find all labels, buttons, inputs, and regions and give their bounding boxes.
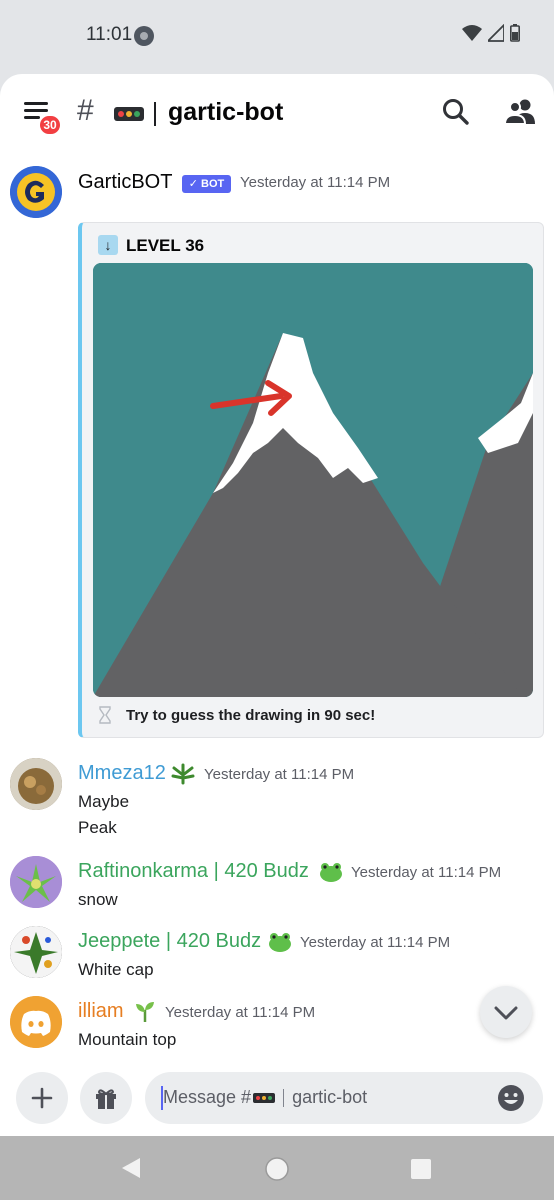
add-attachment-button[interactable] [16,1072,68,1124]
placeholder-prefix: Message # [163,1087,252,1107]
avatar[interactable] [10,856,62,908]
message-embed: ↓ LEVEL 36 Try to guess the drawing in 9… [78,222,544,738]
message-text: White cap [78,960,154,979]
discord-logo-icon [10,996,62,1048]
message-timestamp: Yesterday at 11:14 PM [165,1004,316,1021]
channel-hash-icon: # [77,94,94,127]
wifi-icon [462,25,482,41]
frog-icon [320,863,342,882]
message-author[interactable]: GarticBOT [78,171,172,194]
message-text: Mountain top [78,1030,177,1049]
avatar[interactable] [10,758,62,810]
message-text: snow [78,890,118,909]
gift-button[interactable] [80,1072,132,1124]
unread-badge: 30 [38,114,62,136]
chat-panel: 30 # gartic-bot GarticBOT ✓ BOT Yesterda… [0,74,554,1136]
plus-icon [31,1087,53,1109]
channel-name-divider [154,102,156,126]
hamburger-menu-button[interactable]: 30 [22,96,62,136]
message-author[interactable]: Raftinonkarma | 420 Budz [78,860,309,883]
traffic-light-emoji-icon [114,107,144,121]
emoji-picker-button[interactable] [497,1084,525,1112]
message-timestamp: Yesterday at 11:14 PM [240,174,391,191]
leaf-icon [171,763,195,785]
cell-signal-icon [488,24,504,42]
menu-bar-icon [24,116,40,119]
user-avatar-image [10,856,62,908]
embed-footer-text: Try to guess the drawing in 90 sec! [126,707,376,724]
message-input-bar: Message # gartic-bot [0,1068,554,1136]
message-author[interactable]: illiam [78,1000,124,1023]
chevron-down-icon [494,1006,518,1020]
avatar[interactable] [10,166,62,218]
avatar[interactable] [10,996,62,1048]
hourglass-icon [99,706,111,724]
avatar[interactable] [10,926,62,978]
traffic-light-emoji-icon [253,1092,276,1103]
back-icon[interactable] [120,1157,142,1179]
message-timestamp: Yesterday at 11:14 PM [204,766,355,783]
notification-dot-icon [134,26,154,46]
status-bar: 11:01 [0,0,554,74]
gift-icon [96,1089,116,1109]
channel-header: 30 # gartic-bot [0,74,554,150]
message-author[interactable]: Mmeza12 [78,762,166,785]
system-navigation-bar [0,1136,554,1200]
status-icons [462,24,520,42]
recents-icon[interactable] [410,1158,432,1180]
battery-icon [510,24,520,42]
gartic-logo-icon [10,166,62,218]
mountain-drawing [93,263,533,697]
menu-bar-icon [24,102,48,105]
user-avatar-image [10,926,62,978]
embed-title: LEVEL 36 [126,236,205,255]
embed-drawing-image[interactable] [93,263,533,697]
status-time: 11:01 [86,24,133,45]
placeholder-divider [283,1088,285,1107]
home-icon[interactable] [264,1156,290,1182]
search-button[interactable] [440,96,472,128]
message-text: Maybe [78,792,130,811]
message-text: Peak [78,818,117,837]
menu-bar-icon [24,109,48,112]
message-input[interactable]: Message # gartic-bot [145,1072,543,1124]
bot-tag: ✓ BOT [182,175,231,193]
members-list-button[interactable] [503,96,537,128]
message-author[interactable]: Jeeppete | 420 Budz [78,930,261,953]
jump-to-bottom-button[interactable] [480,986,532,1038]
user-avatar-image [10,758,62,810]
sprout-icon [136,1002,154,1022]
arrow-down-icon: ↓ [98,235,118,255]
message-timestamp: Yesterday at 11:14 PM [351,864,502,881]
message-input-placeholder: Message # gartic-bot [163,1087,367,1108]
frog-icon [269,933,291,952]
channel-name[interactable]: gartic-bot [168,98,283,127]
placeholder-channel: gartic-bot [292,1087,368,1107]
message-timestamp: Yesterday at 11:14 PM [300,934,451,951]
